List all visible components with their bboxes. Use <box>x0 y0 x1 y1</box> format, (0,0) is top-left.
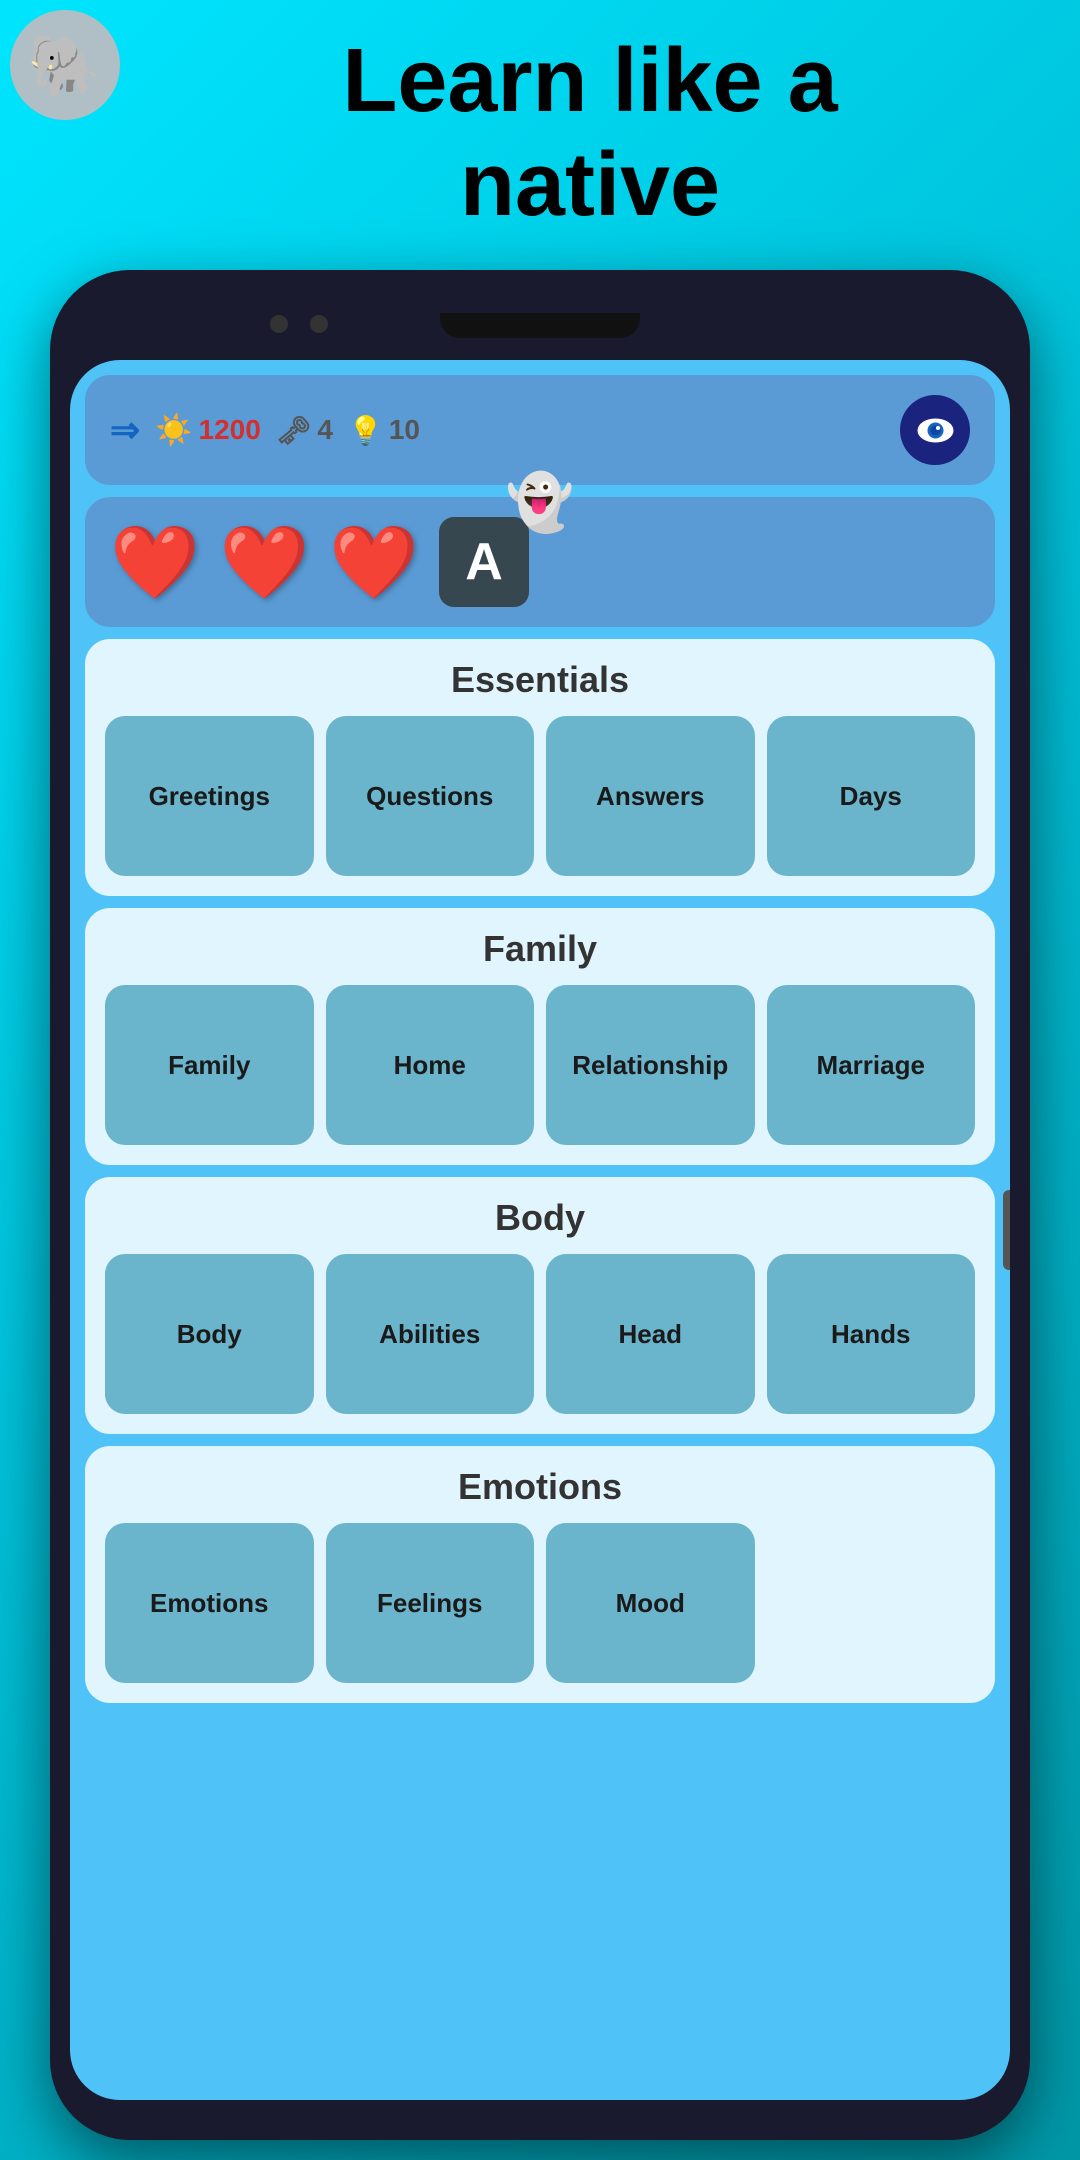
tile-mood[interactable]: Mood <box>546 1523 755 1683</box>
points-value: 1200 <box>199 414 261 446</box>
essentials-grid: Greetings Questions Answers Days <box>105 716 975 876</box>
tile-feelings[interactable]: Feelings <box>326 1523 535 1683</box>
tile-marriage[interactable]: Marriage <box>767 985 976 1145</box>
phone-notch <box>440 313 640 338</box>
tile-days[interactable]: Days <box>767 716 976 876</box>
tile-home[interactable]: Home <box>326 985 535 1145</box>
mascot-elephant: 🐘 <box>10 10 140 140</box>
body-grid: Body Abilities Head Hands <box>105 1254 975 1414</box>
emotions-grid: Emotions Feelings Mood <box>105 1523 975 1683</box>
screen-content[interactable]: ⇒ ☀️ 1200 🗝 4 💡 10 <box>70 360 1010 2100</box>
tile-greetings[interactable]: Greetings <box>105 716 314 876</box>
camera-left <box>270 315 288 333</box>
sun-icon: ☀️ <box>155 413 192 448</box>
body-title: Body <box>105 1197 975 1239</box>
navigation-icon[interactable]: ⇒ <box>110 409 140 451</box>
hero-section: Learn like a native <box>140 30 1040 237</box>
power-button <box>1003 1190 1010 1270</box>
user-avatar[interactable] <box>900 395 970 465</box>
bulb-icon: 💡 <box>348 414 383 447</box>
phone-frame: ⇒ ☀️ 1200 🗝 4 💡 10 <box>50 270 1030 2140</box>
body-section: Body Body Abilities Head Hands <box>85 1177 995 1434</box>
points-display: ☀️ 1200 <box>155 413 261 448</box>
tile-abilities[interactable]: Abilities <box>326 1254 535 1414</box>
bulbs-display: 💡 10 <box>348 414 420 447</box>
keys-value: 4 <box>317 414 333 446</box>
essentials-title: Essentials <box>105 659 975 701</box>
eye-avatar-graphic <box>908 403 963 458</box>
phone-screen: ⇒ ☀️ 1200 🗝 4 💡 10 <box>70 360 1010 2100</box>
tile-relationship[interactable]: Relationship <box>546 985 755 1145</box>
heart-3: ❤️ <box>329 520 419 605</box>
tile-hands[interactable]: Hands <box>767 1254 976 1414</box>
emotions-title: Emotions <box>105 1466 975 1508</box>
tile-head[interactable]: Head <box>546 1254 755 1414</box>
bulbs-value: 10 <box>389 414 420 446</box>
tile-body[interactable]: Body <box>105 1254 314 1414</box>
cloud-mascot: 👻 <box>506 470 574 535</box>
tile-answers[interactable]: Answers <box>546 716 755 876</box>
heart-2: ❤️ <box>220 520 310 605</box>
status-card: ⇒ ☀️ 1200 🗝 4 💡 10 <box>85 375 995 485</box>
keys-display: 🗝 4 <box>276 414 333 447</box>
elephant-icon: 🐘 <box>28 30 103 101</box>
family-grid: Family Home Relationship Marriage <box>105 985 975 1145</box>
heart-1: ❤️ <box>110 520 200 605</box>
family-title: Family <box>105 928 975 970</box>
tile-family[interactable]: Family <box>105 985 314 1145</box>
hero-title: Learn like a native <box>140 30 1040 237</box>
key-icon: 🗝 <box>276 414 312 447</box>
camera-right <box>310 315 328 333</box>
emotions-section: Emotions Emotions Feelings Mood <box>85 1446 995 1703</box>
tile-emotions[interactable]: Emotions <box>105 1523 314 1683</box>
tile-questions[interactable]: Questions <box>326 716 535 876</box>
essentials-section: Essentials Greetings Questions Answers D… <box>85 639 995 896</box>
family-section: Family Family Home Relationship Marriage <box>85 908 995 1165</box>
phone-top-bar <box>70 300 1010 360</box>
